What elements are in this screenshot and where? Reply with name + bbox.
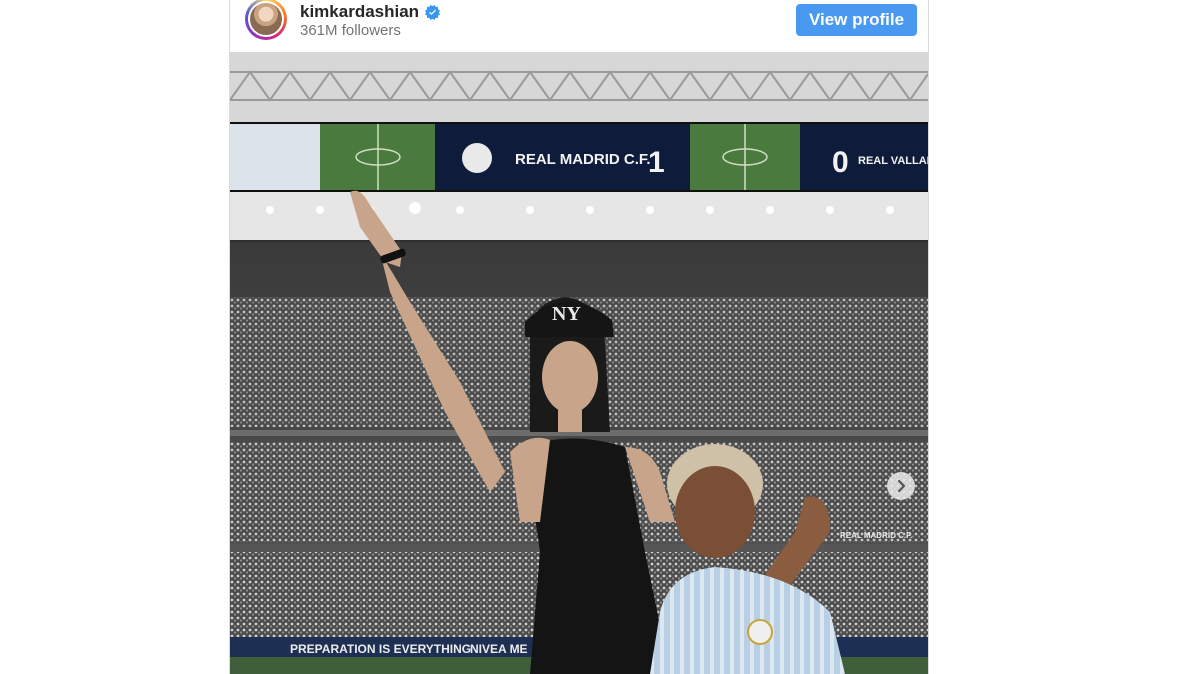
cap-logo: NY [552, 303, 581, 325]
led-banner-1: PREPARATION IS EVERYTHING [290, 642, 471, 656]
scoreboard-away-team: REAL VALLAD [858, 155, 928, 167]
username-text: kimkardashian [300, 2, 420, 21]
scoreboard-home-score: 1 [648, 146, 665, 179]
verified-badge-icon [425, 4, 441, 20]
chevron-right-icon [897, 479, 906, 493]
instagram-embed-post: kimkardashian 361M followers View profil… [229, 0, 929, 674]
scoreboard-away-score: 0 [832, 146, 849, 179]
stand-banner-right: REAL MADRID C.F. [840, 531, 912, 540]
post-header: kimkardashian 361M followers View profil… [230, 0, 928, 52]
view-profile-button[interactable]: View profile [796, 4, 917, 36]
stadium-photo: REAL MADRID C.F. 1 0 REAL VALLAD REAL MA… [230, 52, 928, 674]
username[interactable]: kimkardashian [300, 2, 441, 22]
led-banner-2: NIVEA ME [470, 642, 528, 656]
scoreboard-home-team: REAL MADRID C.F. [515, 151, 651, 168]
carousel-next-button[interactable] [887, 472, 915, 500]
follower-count: 361M followers [300, 22, 401, 39]
post-photo[interactable]: REAL MADRID C.F. 1 0 REAL VALLAD REAL MA… [230, 52, 928, 674]
avatar[interactable] [245, 0, 287, 40]
avatar-image [248, 1, 284, 37]
